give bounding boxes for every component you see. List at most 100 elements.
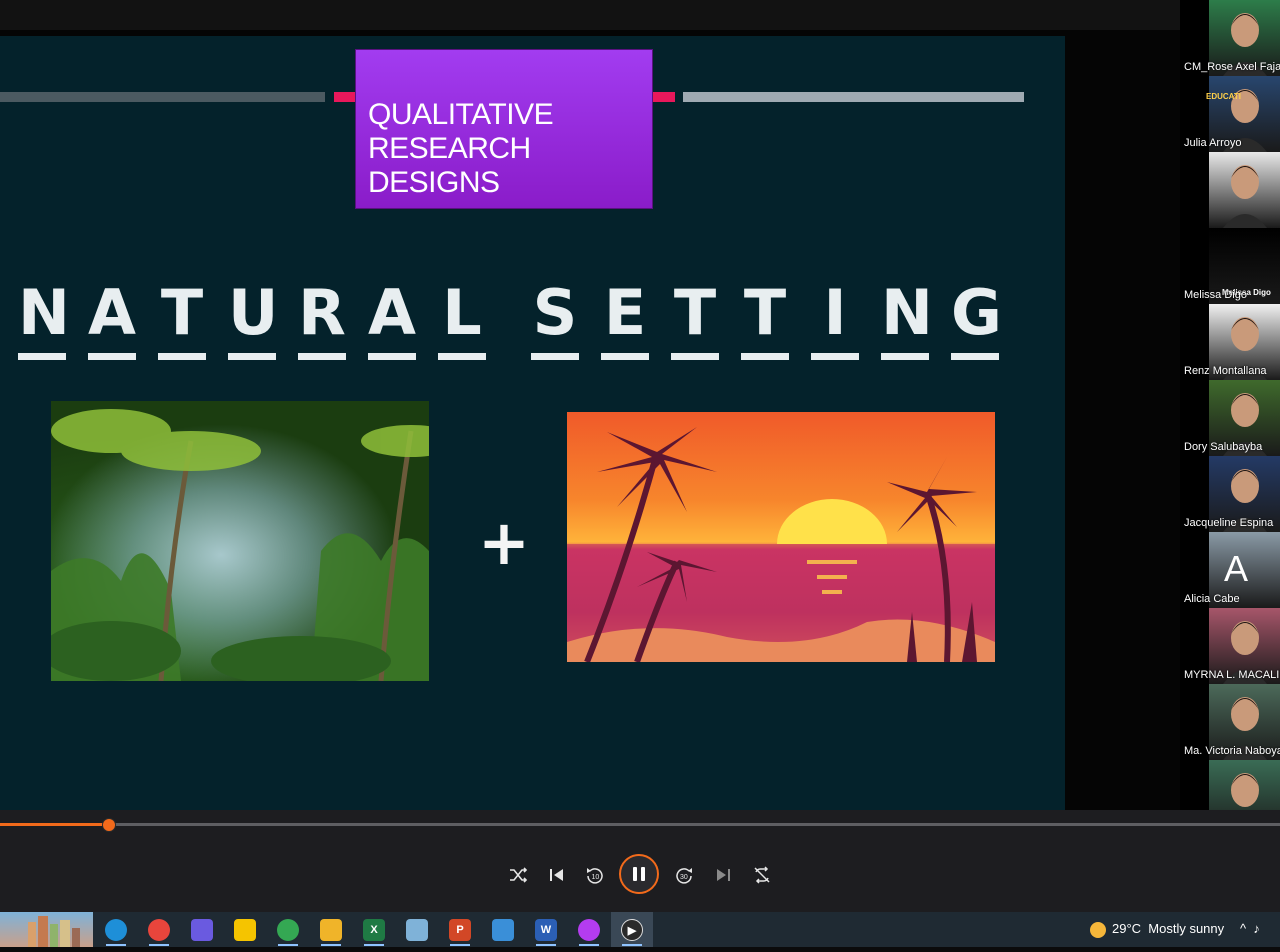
heading-letter: E — [603, 276, 647, 349]
shuffle-icon[interactable] — [506, 863, 530, 887]
taskbar-edge-icon[interactable] — [105, 919, 127, 941]
taskbar-running-indicator — [622, 944, 642, 946]
participant-tile[interactable]: EDUCATI Julia Arroyo — [1180, 76, 1280, 152]
progress-track[interactable] — [0, 823, 1280, 826]
participant-name: CM_Rose Axel Fajardo — [1184, 61, 1280, 73]
taskbar-running-indicator — [278, 944, 298, 946]
taskbar-messenger-icon[interactable] — [578, 919, 600, 941]
heading-letter: U — [228, 276, 279, 349]
letter-underline — [951, 353, 999, 360]
slide-decor-bar-left — [0, 92, 325, 102]
heading-letter: A — [368, 276, 416, 349]
letter-underline — [368, 353, 416, 360]
next-icon[interactable] — [711, 863, 735, 887]
forward-30-label: 30 — [680, 874, 688, 881]
media-player-controls: 10 30 — [0, 810, 1280, 912]
pause-icon-bar-left — [633, 867, 637, 881]
participant-tile[interactable]: Dory Salubayba — [1180, 380, 1280, 456]
heading-letter: T — [743, 276, 787, 349]
taskbar-chrome-profile-icon[interactable] — [277, 919, 299, 941]
letter-underline — [438, 353, 486, 360]
heading-letter: N — [881, 276, 933, 349]
taskbar-powerpoint-icon[interactable]: P — [449, 919, 471, 941]
letter-underline — [18, 353, 66, 360]
taskbar-running-indicator — [106, 944, 126, 946]
taskbar-notepad-icon[interactable] — [406, 919, 428, 941]
letter-underline — [881, 353, 929, 360]
repeat-icon[interactable] — [750, 863, 774, 887]
taskbar-running-indicator — [149, 944, 169, 946]
taskbar-word-icon[interactable]: W — [535, 919, 557, 941]
weather-widget[interactable]: 29°C Mostly sunny — [1090, 921, 1224, 938]
heading-letter: R — [298, 276, 346, 349]
participant-tile[interactable]: Melissa Digo Melissa Digo — [1180, 228, 1280, 304]
participant-face-icon — [1223, 165, 1267, 228]
taskbar-running-indicator — [321, 944, 341, 946]
participant-tile[interactable]: Jacqueline Espina — [1180, 456, 1280, 532]
partly-sunny-icon — [1090, 921, 1106, 938]
slide-title-box: QUALITATIVE RESEARCH DESIGNS — [356, 50, 652, 208]
slide-decor-bar-right — [683, 92, 1024, 102]
slide-title: QUALITATIVE RESEARCH DESIGNS — [368, 98, 554, 199]
slide-decor-accent-left — [334, 92, 356, 102]
pause-button[interactable] — [619, 854, 659, 894]
taskbar-file-explorer-icon[interactable] — [320, 919, 342, 941]
heading-letter: T — [160, 276, 204, 349]
taskbar-photos-icon[interactable] — [492, 919, 514, 941]
heading-letter: I — [823, 276, 847, 349]
progress-thumb[interactable] — [102, 818, 116, 832]
heading-letter: L — [442, 276, 482, 349]
progress-fill — [0, 823, 108, 826]
participant-avatar-letter: A — [1224, 548, 1249, 589]
previous-icon[interactable] — [545, 863, 569, 887]
rewind-10-icon[interactable]: 10 — [583, 863, 607, 887]
chevron-up-icon[interactable]: ^ — [1240, 921, 1246, 936]
heading-letter: S — [532, 276, 578, 349]
forward-30-icon[interactable]: 30 — [672, 863, 696, 887]
rewind-10-label: 10 — [592, 874, 600, 881]
letter-underline — [741, 353, 789, 360]
taskbar-sticky-notes-icon[interactable] — [234, 919, 256, 941]
heading-letter: G — [951, 276, 1002, 349]
participant-tile[interactable]: MYRNA L. MACALINDONG — [1180, 608, 1280, 684]
slide-decor-accent-right — [653, 92, 675, 102]
letter-underline — [88, 353, 136, 360]
participant-name: Melissa Digo — [1184, 289, 1247, 301]
system-tray[interactable]: ^ ♪ — [1240, 921, 1260, 936]
participant-video — [1209, 152, 1280, 228]
participant-name: Julia Arroyo — [1184, 137, 1242, 149]
taskbar-running-indicator — [364, 944, 384, 946]
sunset-beach-illustration — [567, 412, 995, 662]
windows-taskbar: X P W ▶ 29°C Mostly sunny ^ ♪ — [0, 912, 1280, 947]
letter-underline — [298, 353, 346, 360]
weather-temp: 29°C — [1112, 921, 1142, 936]
letter-underline — [671, 353, 719, 360]
participant-tile[interactable]: A Alicia Cabe — [1180, 532, 1280, 608]
taskbar-chrome-icon[interactable] — [148, 919, 170, 941]
taskbar-running-indicator — [450, 944, 470, 946]
taskbar-excel-icon[interactable]: X — [363, 919, 385, 941]
taskbar-media-player-icon[interactable]: ▶ — [621, 919, 643, 941]
participant-tile[interactable]: Renz Montallana — [1180, 304, 1280, 380]
heading-letter: N — [18, 276, 70, 349]
participant-tile[interactable]: Ma. Victoria Naboya — [1180, 684, 1280, 760]
participant-name: Renz Montallana — [1184, 365, 1267, 377]
rainforest-photo — [51, 401, 429, 681]
letter-underline — [531, 353, 579, 360]
participant-name: Dory Salubayba — [1184, 441, 1263, 453]
taskbar-running-indicator — [536, 944, 556, 946]
participant-name: Ma. Victoria Naboya — [1184, 745, 1280, 757]
volume-icon[interactable]: ♪ — [1253, 921, 1260, 936]
participant-tile[interactable]: CM_Rose Axel Fajardo — [1180, 0, 1280, 76]
taskbar-running-indicator — [579, 944, 599, 946]
plus-sign: + — [478, 506, 530, 579]
letter-underline — [811, 353, 859, 360]
participant-video-caption: EDUCATI — [1206, 92, 1241, 101]
taskbar-copilot-icon[interactable] — [191, 919, 213, 941]
participant-tile[interactable] — [1180, 152, 1280, 228]
heading-letter: A — [88, 276, 136, 349]
participant-name: Alicia Cabe — [1184, 593, 1240, 605]
taskbar-widget-city-icon[interactable] — [0, 912, 93, 947]
letter-underline — [228, 353, 276, 360]
letter-underline — [158, 353, 206, 360]
